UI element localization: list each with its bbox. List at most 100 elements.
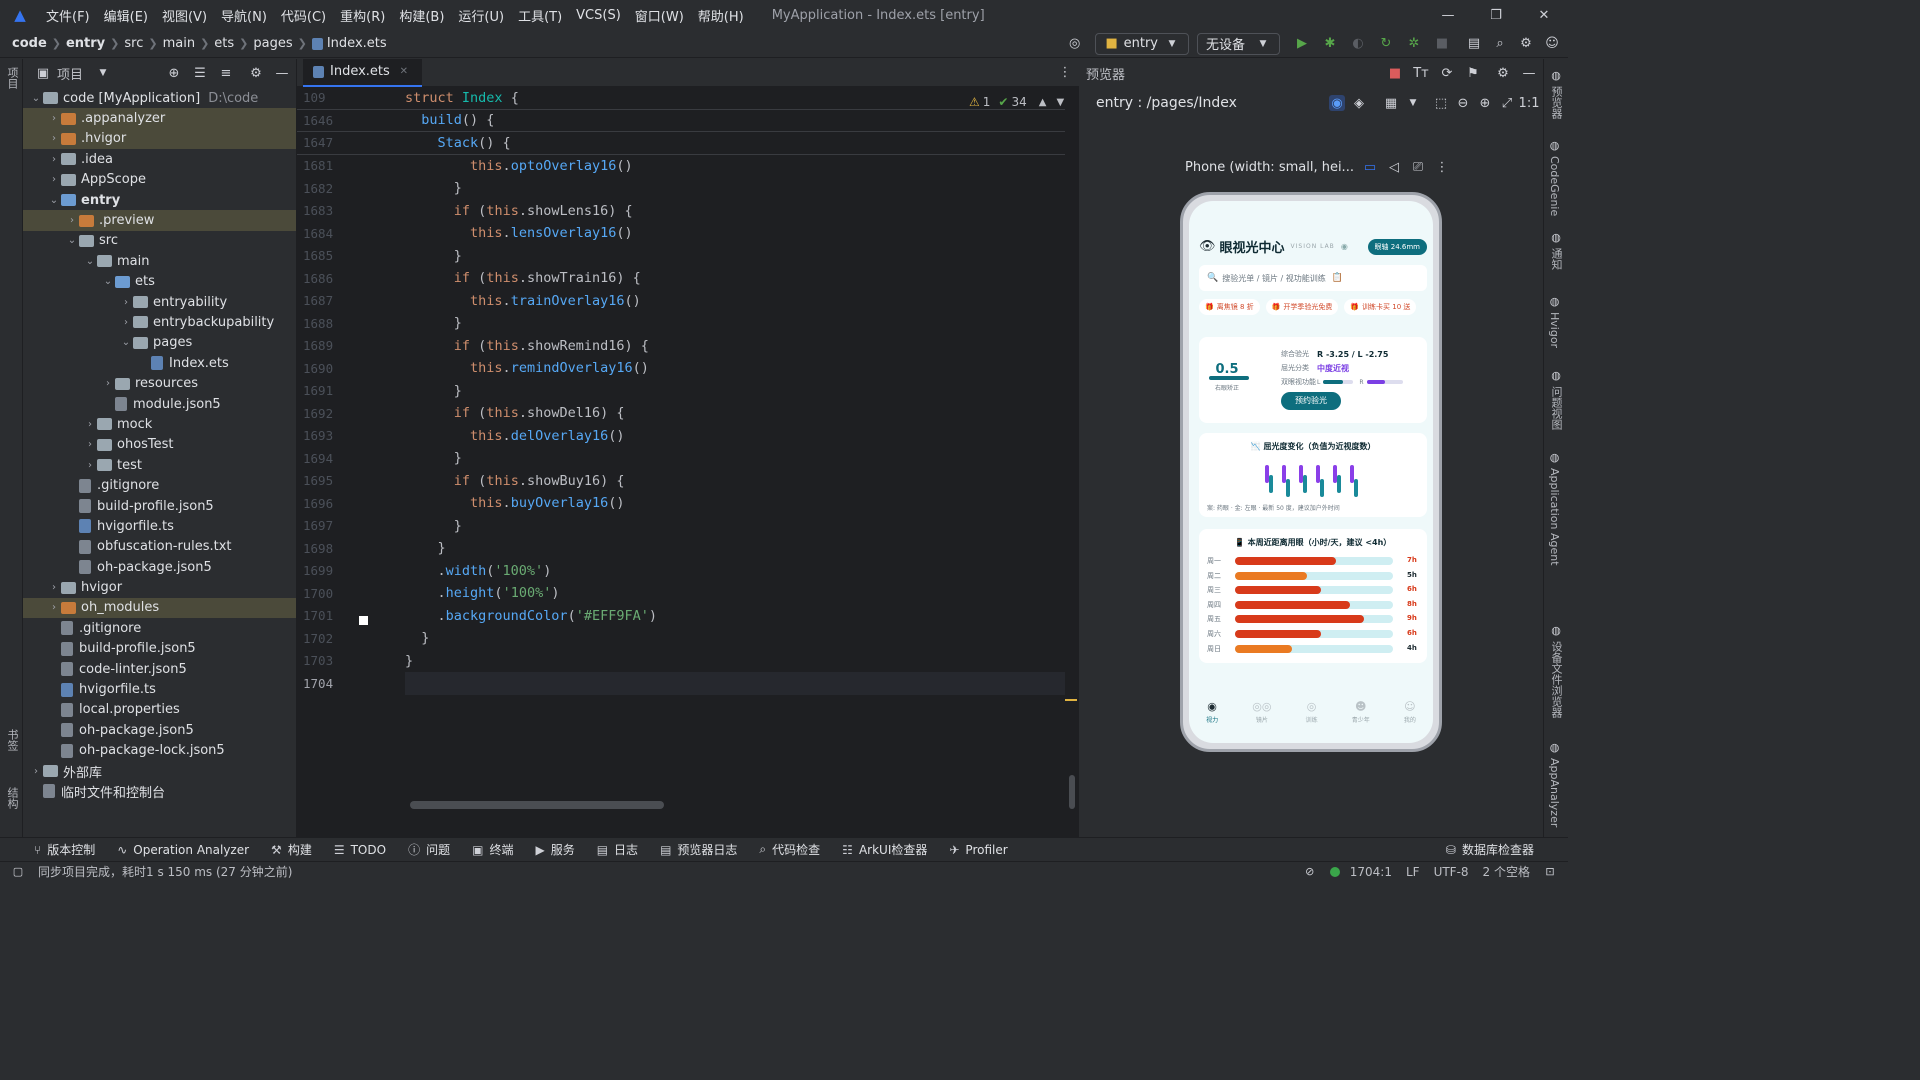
expand-all-icon[interactable]: ☰	[192, 65, 208, 81]
breadcrumb-item[interactable]: main	[163, 36, 195, 51]
breadcrumb-item[interactable]: ets	[214, 36, 234, 51]
code-line[interactable]: . width('100%')	[405, 560, 1065, 583]
device-manager-icon[interactable]: ▤	[1466, 36, 1482, 52]
more-tabs-icon[interactable]: ⋮	[1057, 65, 1073, 81]
app-tab-1[interactable]: ◎◎ 镜片	[1252, 700, 1271, 724]
tree-item[interactable]: ⌄ pages	[23, 333, 296, 353]
code-line[interactable]: Stack() {	[405, 132, 1065, 155]
tree-item[interactable]: ⌄ code [MyApplication] D:\code	[23, 88, 296, 108]
tree-item[interactable]: ⌄ entry	[23, 190, 296, 210]
bottom-tool-4[interactable]: ⓘ 问题	[408, 841, 450, 858]
tree-item[interactable]: .gitignore	[23, 475, 296, 495]
tree-item[interactable]: › resources	[23, 373, 296, 393]
bottom-tool-0[interactable]: ⑂ 版本控制	[34, 841, 95, 858]
tree-item[interactable]: hvigorfile.ts	[23, 516, 296, 536]
gear-icon[interactable]: ⚙	[1495, 65, 1511, 81]
right-tool-4[interactable]: ◍ 问题视图	[1548, 369, 1564, 430]
code-line[interactable]: if (this .showTrain16) {	[405, 267, 1065, 290]
chevron-right-icon[interactable]: ›	[47, 154, 61, 165]
tree-item[interactable]: build-profile.json5	[23, 496, 296, 516]
tree-item[interactable]: oh-package-lock.json5	[23, 741, 296, 761]
font-size-icon[interactable]: Tт	[1413, 65, 1429, 81]
tree-item[interactable]: › .appanalyzer	[23, 108, 296, 129]
eye-icon[interactable]: ◉	[1329, 95, 1345, 111]
hide-icon[interactable]: —	[1521, 65, 1537, 81]
module-selector[interactable]: ■ entry ▼	[1094, 32, 1189, 55]
settings-icon[interactable]: ⚙	[1518, 36, 1534, 52]
tree-item[interactable]: oh-package.json5	[23, 557, 296, 577]
chevron-down-icon[interactable]: ⌄	[47, 195, 61, 206]
chevron-right-icon[interactable]: ›	[47, 174, 61, 185]
tree-item[interactable]: › entryability	[23, 292, 296, 312]
tab-index-ets[interactable]: Index.ets ✕	[303, 58, 422, 87]
app-tab-4[interactable]: ☺ 我的	[1404, 700, 1416, 724]
bottom-tool-3[interactable]: ☰ TODO	[334, 843, 386, 857]
device-frame-icon[interactable]: ▭	[1362, 159, 1378, 175]
minimize-icon[interactable]: —	[1440, 7, 1456, 23]
menu-4[interactable]: 代码(C)	[281, 6, 326, 25]
code-line[interactable]: }	[405, 627, 1065, 650]
tree-item[interactable]: Index.ets	[23, 353, 296, 373]
fit-icon[interactable]: ⬚	[1433, 95, 1449, 111]
locate-icon[interactable]: ⊕	[166, 65, 182, 81]
chevron-right-icon[interactable]: ›	[47, 133, 61, 144]
database-inspector-button[interactable]: ⛁ 数据库检查器	[1446, 841, 1534, 858]
tree-item[interactable]: .gitignore	[23, 618, 296, 638]
chevron-down-icon[interactable]: ▼	[1405, 95, 1421, 111]
menu-7[interactable]: 运行(U)	[458, 6, 504, 25]
tree-item[interactable]: ⌄ ets	[23, 272, 296, 292]
project-tool-button[interactable]: 项目	[4, 67, 20, 89]
horizontal-scrollbar[interactable]	[410, 801, 664, 809]
code-area[interactable]: struct Index { build() { Stack() { this.…	[405, 87, 1065, 817]
code-line[interactable]: this. buyOverlay16()	[405, 492, 1065, 515]
chevron-down-icon[interactable]: ⌄	[29, 93, 43, 104]
one-to-one-icon[interactable]: 1:1	[1519, 95, 1540, 111]
chevron-down-icon[interactable]: ⌄	[65, 235, 79, 246]
menu-9[interactable]: VCS(S)	[576, 8, 621, 23]
right-tool-1[interactable]: ◍ CodeGenie	[1548, 139, 1561, 216]
chevron-right-icon[interactable]: ›	[47, 582, 61, 593]
code-line[interactable]: }	[405, 380, 1065, 403]
app-tab-3[interactable]: ☻ 青少年	[1352, 700, 1370, 724]
zoom-out-icon[interactable]: ⊖	[1455, 95, 1471, 111]
chevron-up-icon[interactable]: ▲	[1039, 97, 1047, 108]
promo-chip[interactable]: 🎁 离焦镜 8 折	[1199, 299, 1260, 315]
chevron-right-icon[interactable]: ›	[83, 419, 97, 430]
apply-changes-icon[interactable]: ↻	[1378, 36, 1394, 52]
breadcrumb-item[interactable]: entry	[66, 36, 105, 51]
run-icon[interactable]: ▶	[1294, 36, 1310, 52]
bottom-tool-9[interactable]: ⌕ 代码检查	[759, 841, 820, 858]
fullscreen-icon[interactable]: ⤢	[1499, 95, 1515, 111]
restore-icon[interactable]: ❐	[1488, 7, 1504, 23]
eye-toggle-icon[interactable]: ◉	[1341, 242, 1348, 251]
code-line[interactable]: . height('100%')	[405, 582, 1065, 605]
close-tab-icon[interactable]: ✕	[396, 64, 412, 80]
tree-item[interactable]: build-profile.json5	[23, 639, 296, 659]
tree-item[interactable]: 临时文件和控制台	[23, 781, 296, 801]
panel-toggle-icon[interactable]: ▢	[10, 864, 26, 880]
promo-chip[interactable]: 🎁 训练卡买 10 送	[1344, 299, 1417, 315]
code-line[interactable]: }	[405, 312, 1065, 335]
code-line[interactable]: }	[405, 245, 1065, 268]
device-selector[interactable]: 无设备 ▼	[1196, 32, 1280, 55]
code-line[interactable]: struct Index {	[405, 87, 1065, 110]
book-refraction-button[interactable]: 预约验光	[1281, 392, 1341, 410]
vertical-scrollbar[interactable]	[1069, 775, 1075, 809]
chevron-down-icon[interactable]: ▼	[1056, 97, 1064, 108]
lock-icon[interactable]: ⊡	[1542, 864, 1558, 880]
code-line[interactable]: this. lensOverlay16()	[405, 222, 1065, 245]
tree-item[interactable]: › .hvigor	[23, 128, 296, 150]
code-line[interactable]: }	[405, 515, 1065, 538]
tree-item[interactable]: local.properties	[23, 700, 296, 720]
tree-item[interactable]: module.json5	[23, 394, 296, 414]
chevron-down-icon[interactable]: ⌄	[119, 337, 133, 348]
bottom-tool-1[interactable]: ∿ Operation Analyzer	[117, 843, 249, 857]
chevron-right-icon[interactable]: ›	[65, 215, 79, 226]
project-panel-title[interactable]: 项目	[57, 64, 83, 83]
menu-5[interactable]: 重构(R)	[340, 6, 385, 25]
back-icon[interactable]: ◁	[1386, 159, 1402, 175]
chevron-down-icon[interactable]: ⌄	[83, 256, 97, 267]
bottom-tool-5[interactable]: ▣ 终端	[472, 841, 513, 858]
grid-icon[interactable]: ▦	[1383, 95, 1399, 111]
chevron-right-icon[interactable]: ›	[119, 297, 133, 308]
